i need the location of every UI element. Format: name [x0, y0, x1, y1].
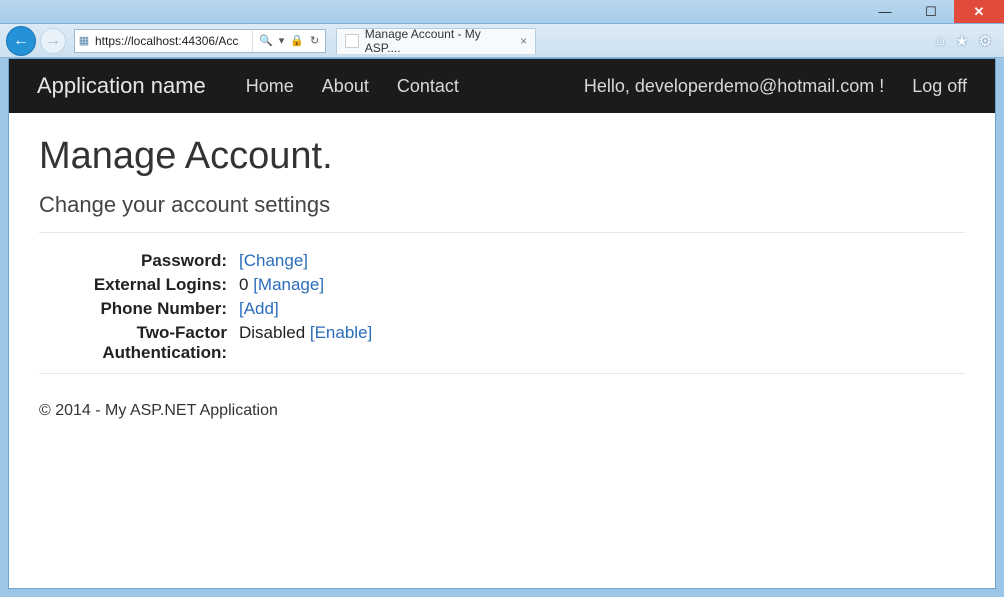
label-external-logins: External Logins: — [39, 275, 239, 295]
browser-toolbar: ← → ▦ 🔍 ▾ 🔒 ↻ Manage Account - My ASP...… — [0, 24, 1004, 58]
browser-tab[interactable]: Manage Account - My ASP.... × — [336, 28, 536, 54]
label-phone: Phone Number: — [39, 299, 239, 319]
window-maximize-button[interactable]: ☐ — [908, 0, 954, 23]
footer-text: © 2014 - My ASP.NET Application — [39, 402, 278, 419]
address-bar[interactable]: ▦ 🔍 ▾ 🔒 ↻ — [74, 29, 326, 53]
value-phone: [Add] — [239, 299, 965, 319]
url-input[interactable] — [93, 30, 252, 52]
window-titlebar: — ☐ ✕ — [0, 0, 1004, 24]
external-logins-count: 0 — [239, 275, 253, 294]
browser-right-controls: ⌂ ★ ⚙ — [936, 32, 998, 50]
value-two-factor: Disabled [Enable] — [239, 323, 965, 363]
link-add-phone[interactable]: [Add] — [239, 299, 279, 318]
search-icon[interactable]: 🔍 — [259, 34, 273, 47]
nav-contact[interactable]: Contact — [397, 76, 459, 97]
value-external-logins: 0 [Manage] — [239, 275, 965, 295]
page-footer: © 2014 - My ASP.NET Application — [9, 402, 995, 440]
link-manage-external[interactable]: [Manage] — [253, 275, 324, 294]
tab-close-icon[interactable]: × — [520, 34, 527, 48]
page-title: Manage Account. — [39, 135, 965, 178]
nav-about[interactable]: About — [322, 76, 369, 97]
favorites-icon[interactable]: ★ — [955, 32, 968, 50]
site-navbar: Application name Home About Contact Hell… — [9, 59, 995, 113]
nav-home[interactable]: Home — [246, 76, 294, 97]
window-close-button[interactable]: ✕ — [954, 0, 1004, 23]
two-factor-status: Disabled — [239, 323, 310, 342]
page-content: Manage Account. Change your account sett… — [9, 113, 995, 402]
dropdown-icon[interactable]: ▾ — [279, 34, 285, 47]
settings-list: Password: [Change] External Logins: 0 [M… — [39, 251, 965, 363]
page-subtitle: Change your account settings — [39, 192, 965, 218]
tab-favicon — [345, 34, 359, 48]
back-button[interactable]: ← — [6, 26, 36, 56]
home-icon[interactable]: ⌂ — [936, 32, 945, 50]
nav-greeting[interactable]: Hello, developerdemo@hotmail.com ! — [584, 76, 884, 97]
link-change-password[interactable]: [Change] — [239, 251, 308, 270]
page-viewport: Application name Home About Contact Hell… — [8, 58, 996, 589]
address-controls: 🔍 ▾ 🔒 ↻ — [252, 30, 325, 52]
divider — [39, 232, 965, 233]
nav-logoff[interactable]: Log off — [912, 76, 967, 97]
site-identity-icon[interactable]: ▦ — [75, 34, 93, 47]
lock-icon[interactable]: 🔒 — [290, 34, 304, 47]
window-minimize-button[interactable]: — — [862, 0, 908, 23]
footer-divider — [39, 373, 965, 374]
label-two-factor: Two-Factor Authentication: — [39, 323, 239, 363]
value-password: [Change] — [239, 251, 965, 271]
forward-button[interactable]: → — [40, 28, 66, 54]
link-enable-two-factor[interactable]: [Enable] — [310, 323, 372, 342]
brand-link[interactable]: Application name — [37, 73, 206, 99]
refresh-icon[interactable]: ↻ — [310, 34, 319, 47]
tab-title: Manage Account - My ASP.... — [365, 27, 514, 55]
tools-icon[interactable]: ⚙ — [979, 32, 992, 50]
label-password: Password: — [39, 251, 239, 271]
